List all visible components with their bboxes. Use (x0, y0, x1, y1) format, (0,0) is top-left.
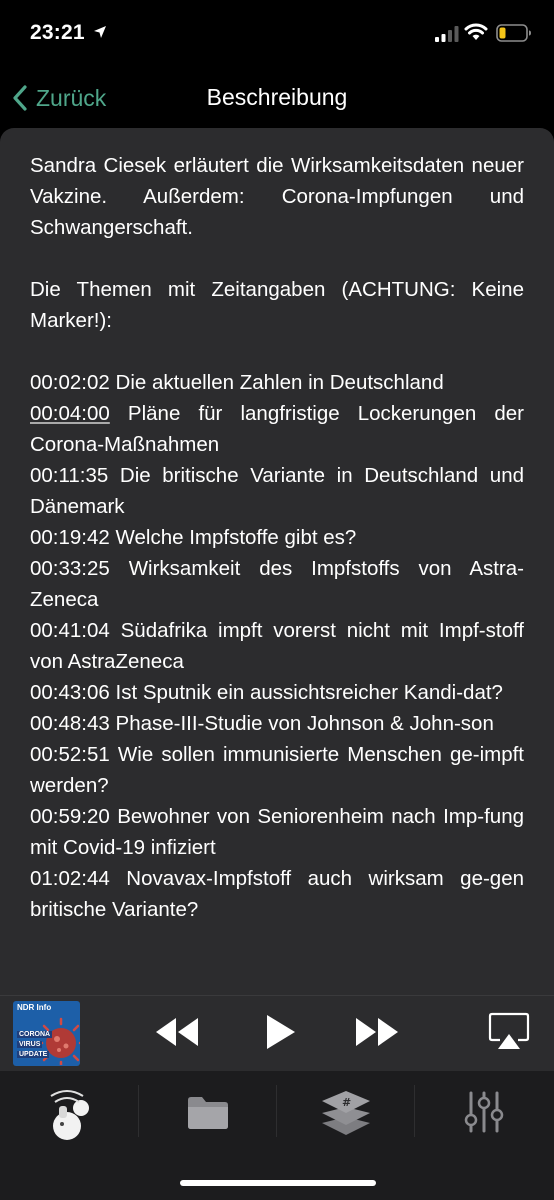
tab-settings[interactable] (415, 1071, 553, 1153)
description-text: Sandra Ciesek erläutert die Wirksamkeits… (30, 150, 524, 925)
topic-item: 00:33:25 Wirksamkeit des Impfstoffs von … (30, 553, 524, 615)
podcast-artwork[interactable]: NDR Info CORONA VIRUS UPDATE (13, 1001, 80, 1066)
status-bar: 23:21 (0, 0, 554, 70)
topic-timestamp: 00:33:25 (30, 557, 110, 580)
battery-icon (496, 24, 531, 42)
description-intro: Sandra Ciesek erläutert die Wirksamkeits… (30, 154, 524, 239)
artwork-brand: NDR Info (17, 1003, 52, 1012)
topic-item: 00:04:00 Pläne für langfristige Lockerun… (30, 398, 524, 460)
topic-list: 00:02:02 Die aktuellen Zahlen in Deutsch… (30, 367, 524, 925)
sliders-icon (464, 1091, 504, 1133)
mini-player: NDR Info CORONA VIRUS UPDATE (0, 995, 554, 1071)
topic-timestamp: 00:43:06 (30, 681, 110, 704)
topic-title: Welche Impfstoffe gibt es? (115, 526, 357, 549)
rewind-icon[interactable] (154, 1012, 200, 1052)
airplay-icon[interactable] (488, 1012, 530, 1052)
topic-title: Die aktuellen Zahlen in Deutschland (115, 371, 444, 394)
topic-item: 00:11:35 Die britische Variante in Deuts… (30, 460, 524, 522)
artwork-line: UPDATE (17, 1051, 50, 1058)
topic-item: 00:02:02 Die aktuellen Zahlen in Deutsch… (30, 367, 524, 398)
topic-timestamp: 00:02:02 (30, 371, 110, 394)
description-card: Sandra Ciesek erläutert die Wirksamkeits… (0, 128, 554, 998)
topic-item: 01:02:44 Novavax-Impfstoff auch wirksam … (30, 863, 524, 925)
status-time: 23:21 (30, 21, 85, 44)
topic-timestamp: 00:52:51 (30, 743, 110, 766)
play-icon[interactable] (264, 1012, 298, 1052)
topic-timestamp: 01:02:44 (30, 867, 110, 890)
topic-title: Ist Sputnik ein aussichtsreicher Kandi-d… (115, 681, 503, 704)
topic-timestamp: 00:59:20 (30, 805, 110, 828)
podcast-icon (50, 1090, 89, 1140)
topics-header: Die Themen mit Zeitangaben (ACHTUNG: Kei… (30, 278, 524, 332)
page-title: Beschreibung (206, 84, 348, 110)
location-arrow-icon (94, 26, 106, 38)
tab-playlists[interactable]: # (277, 1071, 415, 1153)
wifi-icon (464, 23, 488, 40)
topic-item: 00:19:42 Welche Impfstoffe gibt es? (30, 522, 524, 553)
topic-timestamp: 00:19:42 (30, 526, 110, 549)
topic-item: 00:41:04 Südafrika impft vorerst nicht m… (30, 615, 524, 677)
layers-icon: # (322, 1091, 370, 1135)
home-indicator (180, 1180, 376, 1186)
tab-files[interactable] (139, 1071, 277, 1153)
fast-forward-icon[interactable] (354, 1012, 400, 1052)
navigation-bar: Zurück Beschreibung (0, 70, 554, 128)
topic-title: Phase-III-Studie von Johnson & John-son (115, 712, 494, 735)
artwork-line: VIRUS (17, 1041, 43, 1048)
topic-item: 00:43:06 Ist Sputnik ein aussichtsreiche… (30, 677, 524, 708)
topic-timestamp[interactable]: 00:04:00 (30, 402, 110, 425)
cellular-signal-icon (435, 26, 459, 42)
topic-item: 00:48:43 Phase-III-Studie von Johnson & … (30, 708, 524, 739)
topic-item: 00:59:20 Bewohner von Seniorenheim nach … (30, 801, 524, 863)
topic-timestamp: 00:41:04 (30, 619, 110, 642)
tab-podcasts[interactable] (0, 1071, 138, 1153)
folder-icon (188, 1097, 228, 1129)
topic-item: 00:52:51 Wie sollen immunisierte Mensche… (30, 739, 524, 801)
artwork-line: CORONA (17, 1031, 53, 1038)
topic-timestamp: 00:11:35 (30, 464, 109, 487)
svg-text:#: # (342, 1096, 351, 1109)
topic-timestamp: 00:48:43 (30, 712, 110, 735)
